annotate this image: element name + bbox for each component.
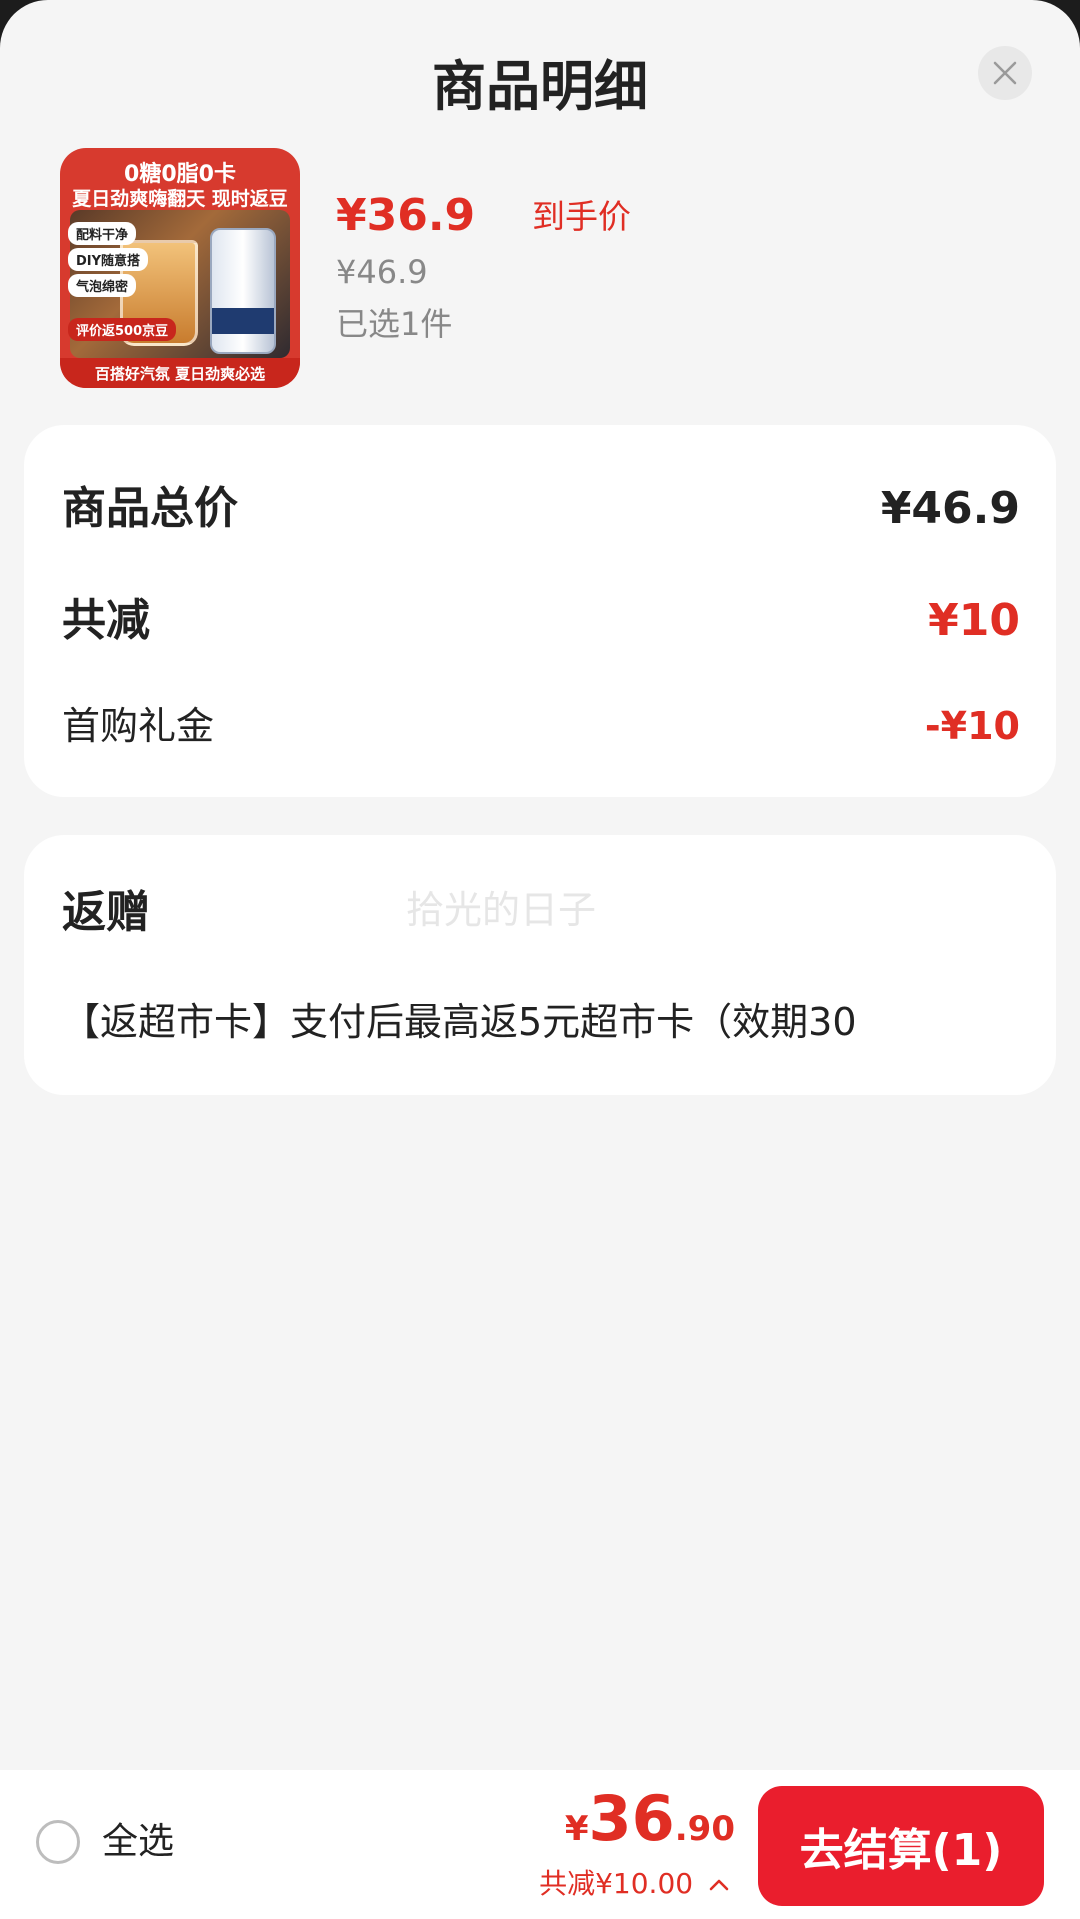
original-price: ¥46.9	[336, 253, 428, 291]
final-price-label: 到手价	[532, 197, 631, 236]
total-price-label: 商品总价	[62, 483, 238, 534]
total-currency: ¥	[564, 1809, 589, 1849]
checkout-bar: 全选 ¥36.90 共减¥10.00 去结算(1)	[0, 1770, 1080, 1919]
rebate-description: 【返超市卡】支付后最高返5元超市卡（效期30	[62, 1000, 857, 1044]
total-price-value: ¥46.9	[880, 483, 1020, 534]
thumb-footer: 百搭好汽氛 夏日劲爽必选	[60, 358, 300, 388]
discount-label: 共减	[62, 595, 150, 646]
discount-detail-toggle[interactable]: 共减¥10.00	[539, 1870, 730, 1898]
soda-can-image	[210, 228, 276, 354]
sheet-header: 商品明细	[0, 0, 1080, 150]
thumb-tag: 配料干净	[68, 222, 137, 245]
select-all-radio[interactable]	[36, 1820, 80, 1864]
watermark-text: 拾光的日子	[406, 888, 597, 932]
thumb-tag: DIY随意搭	[68, 248, 149, 271]
product-details-sheet: 商品明细 0糖0脂0卡 夏日劲爽嗨翻天 现时返豆 配料干净 DIY随意搭 气泡绵…	[0, 0, 1080, 1919]
total-amount: ¥36.90	[565, 1788, 735, 1850]
thumb-tag: 气泡绵密	[68, 274, 137, 297]
total-integer: 36	[588, 1782, 675, 1855]
checkout-button[interactable]: 去结算(1)	[758, 1786, 1044, 1906]
total-decimal: .90	[674, 1809, 735, 1849]
selected-count: 已选1件	[336, 305, 453, 343]
rebate-card: 返赠 拾光的日子 【返超市卡】支付后最高返5元超市卡（效期30	[24, 835, 1056, 1095]
close-button[interactable]	[978, 46, 1032, 100]
select-all-label[interactable]: 全选	[102, 1824, 174, 1860]
thumb-subline: 夏日劲爽嗨翻天 现时返豆	[72, 188, 288, 210]
product-item[interactable]: 0糖0脂0卡 夏日劲爽嗨翻天 现时返豆 配料干净 DIY随意搭 气泡绵密 评价返…	[60, 148, 1020, 390]
close-icon	[993, 61, 1017, 85]
coupon-label: 首购礼金	[62, 704, 215, 748]
chevron-up-icon	[709, 1879, 729, 1891]
thumb-tag: 评价返500京豆	[68, 318, 177, 341]
rebate-title: 返赠	[62, 887, 150, 938]
discount-value: ¥10	[928, 595, 1020, 646]
page-title: 商品明细	[432, 55, 648, 118]
price-summary-card: 商品总价 ¥46.9 共减 ¥10 首购礼金 -¥10	[24, 425, 1056, 797]
product-thumbnail[interactable]: 0糖0脂0卡 夏日劲爽嗨翻天 现时返豆 配料干净 DIY随意搭 气泡绵密 评价返…	[60, 148, 300, 388]
final-price: ¥36.9	[336, 190, 476, 241]
saved-amount: 共减¥10.00	[539, 1867, 694, 1900]
coupon-value: -¥10	[924, 704, 1020, 748]
